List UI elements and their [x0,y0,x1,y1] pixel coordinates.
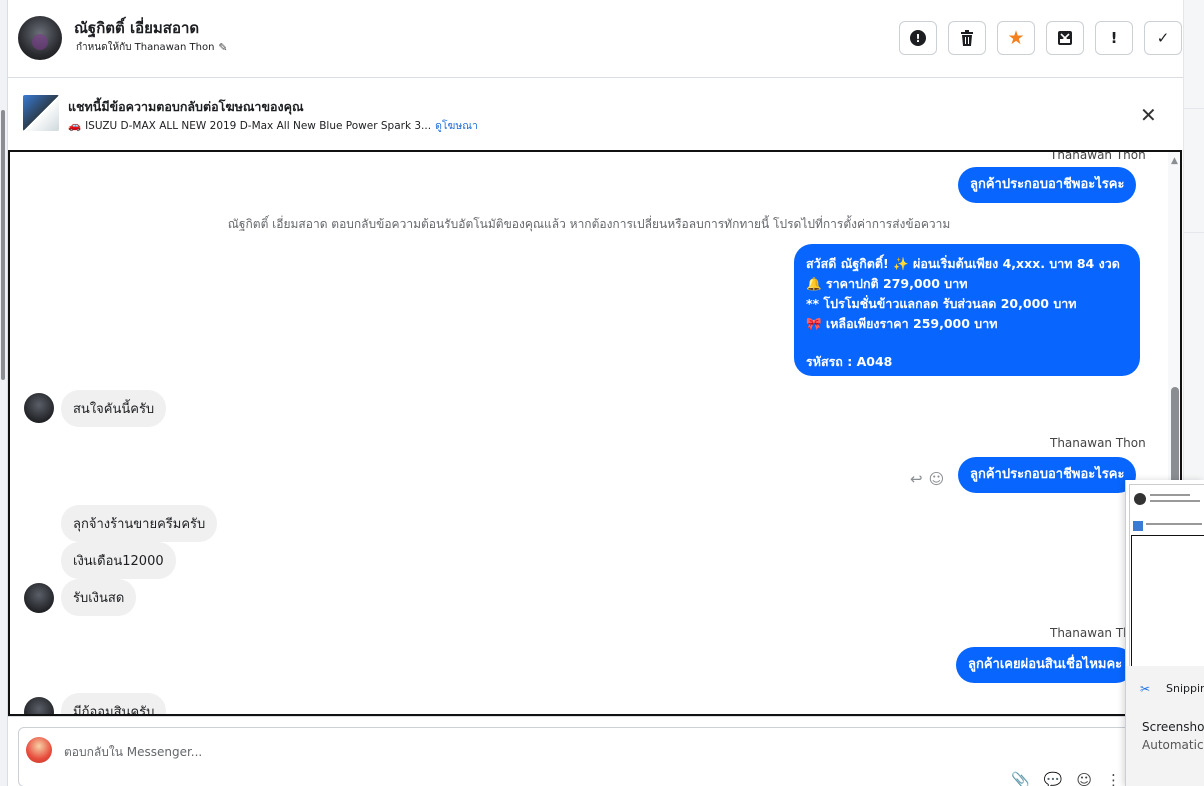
preview-line [1146,523,1202,525]
divider [1184,108,1204,109]
sender-name: Thanawan Thon [1050,436,1146,450]
saved-reply-icon[interactable]: 💬 [1044,771,1063,786]
promo-message[interactable]: สวัสดี ณัฐกิตติ์! ✨ ผ่อนเริ่มต้นเพียง 4,… [794,244,1140,376]
outgoing-message[interactable]: ลูกค้าประกอบอาชีพอะไรคะ [958,167,1137,203]
contact-name[interactable]: ณัฐกิตติ์ เอี่ยมสอาด [74,16,199,40]
snipping-tool-icon: ✂ [1140,682,1151,696]
promo-line: รหัสรถ : A048 [806,354,893,369]
snipping-panel: ✂ Snippin Screensho Automatic [1126,666,1204,786]
contact-avatar-small[interactable] [24,393,54,423]
mark-spam-button[interactable]: ! [1095,21,1133,55]
mark-done-button[interactable]: ✓ [1144,21,1182,55]
snipping-app-name: Snippin [1166,682,1204,695]
reply-input[interactable]: ตอบกลับใน Messenger... [64,743,202,762]
ad-banner-title: แชทนี้มีข้อความตอบกลับต่อโฆษณาของคุณ [68,99,304,114]
message-thread[interactable]: Thanawan Thon ลูกค้าประกอบอาชีพอะไรคะ ณั… [8,150,1182,716]
sender-name: Thanawan Thon [1050,150,1146,162]
report-icon: ! [910,30,926,46]
delete-button[interactable] [948,21,986,55]
car-icon: 🚗 [68,120,82,132]
scroll-up-icon[interactable]: ▲ [1171,156,1178,166]
header-actions: ! ★ ! ✓ [899,21,1182,55]
view-ad-link[interactable]: ดูโฆษณา [435,120,478,132]
inbox-window: ณัฐกิตติ์ เอี่ยมสอาด กำหนดให้กับ Thanawa… [0,0,1204,786]
incoming-message[interactable]: ลุกจ้างร้านขายครีมครับ [61,505,218,542]
outgoing-message[interactable]: ลูกค้าประกอบอาชีพอะไรคะ [958,457,1137,493]
message-composer: ตอบกลับใน Messenger... 📎 💬 ☺ ⋮ [8,716,1183,786]
report-button[interactable]: ! [899,21,937,55]
incoming-message[interactable]: สนใจคันนี้ครับ [61,390,167,427]
incoming-message[interactable]: เงินเดือน12000 [61,542,176,579]
assignee-label: กำหนดให้กับ Thanawan Thon [76,42,215,53]
pencil-icon[interactable]: ✎ [218,41,227,54]
star-icon: ★ [1007,27,1025,49]
composer-tools: 📎 💬 ☺ ⋮ [1011,771,1121,786]
outgoing-message[interactable]: ลูกค้าเคยผ่อนสินเชื่อไหมคะ [956,647,1135,683]
promo-line: 🎀 เหลือเพียงราคา 259,000 บาท [806,316,998,331]
conversation-header: ณัฐกิตติ์ เอี่ยมสอาด กำหนดให้กับ Thanawa… [8,0,1183,78]
archive-icon [1058,31,1072,45]
close-icon[interactable]: ✕ [1140,103,1157,127]
promo-spacer [806,334,1128,352]
emoji-icon[interactable]: ☺ [1076,771,1092,786]
promo-line: 🔔 ราคาปกติ 279,000 บาท [806,276,968,291]
more-icon[interactable]: ⋮ [1106,771,1121,786]
ad-text: ISUZU D-MAX ALL NEW 2019 D-Max All New B… [85,120,432,132]
contact-avatar-small[interactable] [24,583,54,613]
incoming-message[interactable]: มีก้ออมสินครับ [61,693,167,714]
divider [1184,232,1204,233]
left-panel-edge [0,0,8,786]
contact-avatar[interactable] [18,16,62,60]
preview-thread [1131,535,1204,669]
system-notice: ณัฐกิตติ์ เอี่ยมสอาด ตอบกลับข้อความต้อนร… [227,217,951,231]
exclamation-icon: ! [1110,29,1118,47]
incoming-message[interactable]: รับเงินสด [61,579,137,616]
message-actions: ↩ ☺ [910,470,944,488]
page-avatar [26,737,52,763]
snipping-notification[interactable]: ✂ Snippin Screensho Automatic [1125,480,1204,786]
promo-line: ** โปรโมชั่นข้าวแลกลด รับส่วนลด 20,000 บ… [806,296,1077,311]
ad-thumbnail[interactable] [23,95,59,131]
assignee-row[interactable]: กำหนดให้กับ Thanawan Thon ✎ [76,40,228,55]
ad-reply-banner: แชทนี้มีข้อความตอบกลับต่อโฆษณาของคุณ 🚗 IS… [8,79,1183,149]
archive-button[interactable] [1046,21,1084,55]
preview-line [1150,494,1190,496]
contact-avatar-small[interactable] [24,697,54,714]
snipping-title: Screensho [1142,720,1204,734]
reply-icon[interactable]: ↩ [910,470,923,488]
trash-icon [961,30,973,46]
promo-line: สวัสดี ณัฐกิตติ์! ✨ ผ่อนเริ่มต้นเพียง 4,… [806,256,1120,271]
preview-line [1150,500,1200,502]
preview-thumb [1133,521,1143,531]
screenshot-preview[interactable] [1129,484,1204,669]
left-scrollbar[interactable] [1,110,5,380]
preview-avatar [1134,493,1146,505]
star-button[interactable]: ★ [997,21,1035,55]
snipping-subtitle: Automatic [1142,738,1204,752]
ad-description: 🚗 ISUZU D-MAX ALL NEW 2019 D-Max All New … [68,117,478,134]
check-icon: ✓ [1156,29,1170,47]
emoji-react-icon[interactable]: ☺ [929,470,945,488]
attachment-icon[interactable]: 📎 [1011,771,1030,786]
